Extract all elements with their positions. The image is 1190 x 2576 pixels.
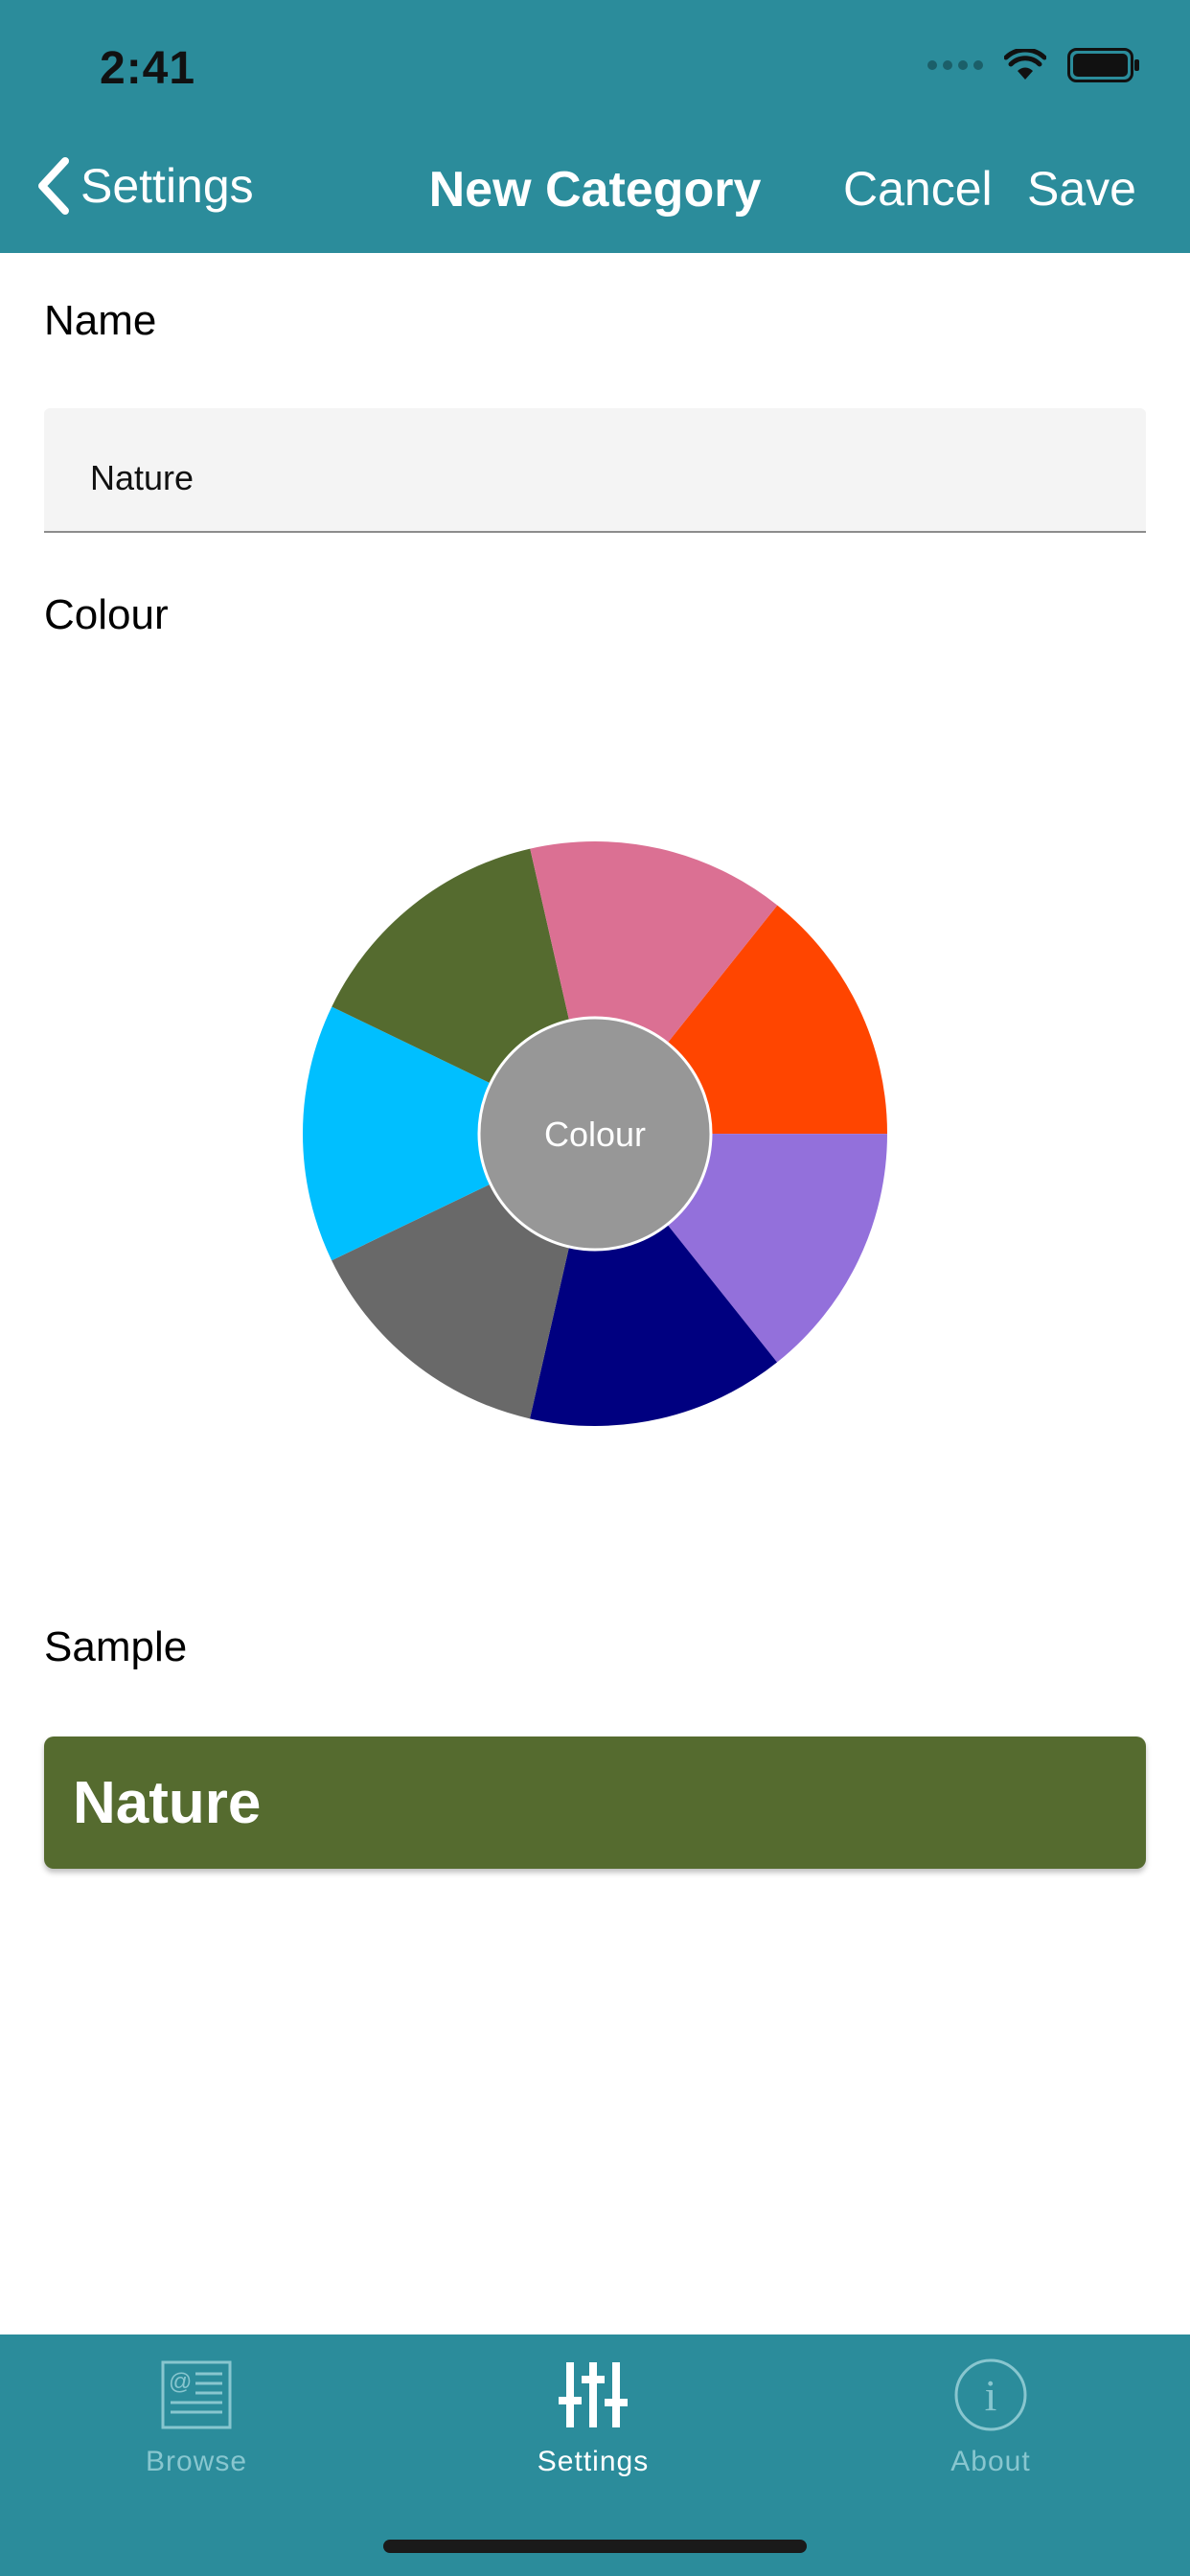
cancel-button[interactable]: Cancel [843,161,993,217]
info-icon: i [954,2358,1027,2431]
sample-preview-text: Nature [73,1770,262,1836]
tab-about-label: About [950,2446,1031,2477]
cellular-signal-icon [927,60,983,70]
save-button[interactable]: Save [1027,161,1136,217]
tab-settings[interactable]: Settings [478,2358,708,2478]
sliders-icon [559,2362,628,2427]
status-bar: 2:41 [0,0,1190,126]
status-time: 2:41 [100,43,196,94]
sample-preview: Nature [44,1736,1146,1869]
name-input[interactable] [90,458,1106,498]
wifi-icon [1004,49,1046,80]
browse-icon: @ [161,2360,232,2429]
battery-icon [1067,48,1139,82]
status-indicators [927,48,1140,82]
tab-browse-label: Browse [145,2446,248,2477]
navigation-bar: Settings New Category Cancel Save [0,126,1190,253]
page-title: New Category [428,162,762,218]
tab-about[interactable]: i About [876,2358,1106,2478]
svg-text:i: i [985,2371,997,2420]
svg-text:@: @ [169,2369,192,2395]
sample-label: Sample [44,1623,188,1670]
home-indicator [383,2540,807,2553]
tab-browse[interactable]: @ Browse [81,2358,311,2478]
colour-label: Colour [44,591,169,638]
tab-settings-label: Settings [537,2446,650,2477]
colour-wheel-center-label: Colour [544,1115,646,1154]
name-label: Name [44,297,157,344]
colour-wheel[interactable]: Colour [303,841,887,1426]
name-field[interactable] [44,408,1146,533]
